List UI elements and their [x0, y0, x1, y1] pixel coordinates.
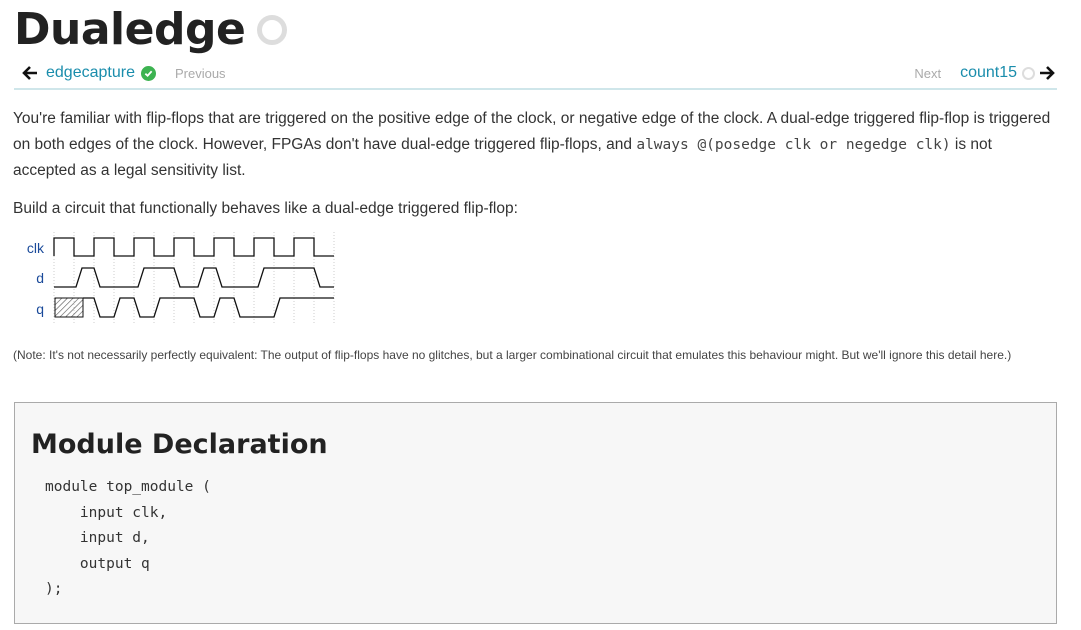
title-row: Dualedge: [14, 4, 288, 56]
next-problem[interactable]: Next count15: [914, 64, 1055, 82]
module-declaration-box: Module Declaration module top_module ( i…: [14, 402, 1057, 624]
arrow-left-icon[interactable]: [22, 65, 38, 81]
note-text: (Note: It's not necessarily perfectly eq…: [13, 348, 1012, 362]
sensitivity-list-code: always @(posedge clk or negedge clk): [636, 137, 951, 153]
clk-waveform: [53, 237, 334, 257]
problem-navigation: edgecapture Previous Next count15: [14, 62, 1057, 90]
previous-label[interactable]: Previous: [175, 66, 226, 81]
q-unknown-region: [55, 298, 83, 317]
module-code: module top_module ( input clk, input d, …: [45, 479, 211, 598]
next-label[interactable]: Next: [914, 66, 941, 81]
incomplete-circle-icon: [1022, 66, 1035, 80]
page-title: Dualedge: [14, 4, 246, 55]
previous-problem-link[interactable]: edgecapture: [46, 64, 135, 82]
module-declaration-heading: Module Declaration: [31, 429, 328, 460]
check-circle-icon: [140, 65, 156, 81]
description-paragraph: You're familiar with flip-flops that are…: [13, 106, 1058, 184]
timing-waveform: clk d q: [27, 232, 335, 324]
q-signal-label: q: [36, 301, 44, 317]
q-waveform: [83, 297, 334, 318]
next-problem-link[interactable]: count15: [960, 64, 1017, 82]
d-signal-label: d: [36, 270, 44, 286]
incomplete-status-icon: [257, 15, 288, 45]
task-paragraph: Build a circuit that functionally behave…: [13, 200, 518, 217]
previous-problem[interactable]: edgecapture Previous: [22, 64, 226, 82]
arrow-right-icon[interactable]: [1039, 65, 1055, 81]
clk-signal-label: clk: [27, 240, 45, 256]
